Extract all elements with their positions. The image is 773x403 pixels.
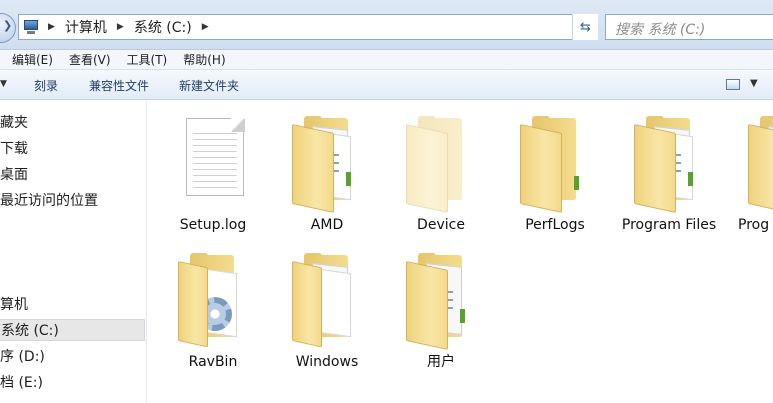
nav-computer[interactable]: 计算机 (0, 294, 28, 316)
file-name: Device (417, 217, 465, 233)
navigation-pane: 收藏夹 下载 桌面 最近访问的位置 库 计算机 系统 (C:) 程序 (D:) … (0, 101, 147, 403)
folder-icon (292, 114, 362, 213)
forward-button[interactable]: ❯ (0, 13, 16, 43)
forward-arrow-icon: ❯ (3, 19, 13, 32)
folder-item[interactable]: 用户 (384, 246, 498, 381)
file-name: Prog (738, 217, 770, 233)
breadcrumb-computer[interactable]: 计算机 (61, 17, 111, 37)
folder-item[interactable]: RavBin (156, 246, 270, 381)
menu-view[interactable]: 查看(V) (69, 51, 111, 68)
nav-recent-places[interactable]: 最近访问的位置 (0, 190, 98, 212)
log-file-icon (178, 114, 248, 204)
file-name: Setup.log (179, 217, 247, 233)
file-name: Windows (295, 354, 359, 370)
folder-item[interactable]: AMD (270, 109, 384, 244)
menu-help[interactable]: 帮助(H) (183, 51, 225, 68)
file-list: Setup.log AMD Device PerfLogs Program Fi… (148, 101, 773, 403)
breadcrumb-drive-c[interactable]: 系统 (C:) (130, 17, 196, 37)
folder-item[interactable]: Windows (270, 246, 384, 381)
refresh-icon[interactable]: ⇆ (572, 14, 598, 40)
menu-tools[interactable]: 工具(T) (127, 51, 168, 68)
hidden-folder-icon (406, 114, 476, 213)
nav-desktop[interactable]: 桌面 (0, 164, 28, 186)
new-folder-button[interactable]: 新建文件夹 (179, 77, 239, 94)
folder-item[interactable]: PerfLogs (498, 109, 612, 244)
computer-icon (22, 19, 42, 35)
nav-favorites[interactable]: 收藏夹 (0, 112, 28, 134)
menu-bar: 编辑(E) 查看(V) 工具(T) 帮助(H) (0, 50, 773, 70)
address-bar-row: ❯ ▶ 计算机 ▶ 系统 (C:) ▶ ▼ ⇆ 搜索 系统 (C:) (0, 0, 773, 50)
file-name: RavBin (188, 354, 238, 370)
view-dropdown-icon[interactable]: ▼ (750, 78, 758, 89)
folder-item[interactable]: Device (384, 109, 498, 244)
folder-icon (520, 114, 590, 213)
folder-item[interactable]: Prog (726, 109, 773, 244)
file-name: Program Files (621, 217, 717, 233)
folder-icon (292, 251, 362, 348)
nav-drive-e[interactable]: 文档 (E:) (0, 372, 43, 394)
file-name: AMD (310, 217, 344, 233)
menu-edit[interactable]: 编辑(E) (12, 51, 53, 68)
folder-icon (748, 114, 773, 213)
breadcrumb-separator-icon[interactable]: ▶ (42, 22, 61, 32)
folder-icon (178, 251, 248, 348)
nav-drive-c[interactable]: 系统 (C:) (0, 319, 145, 341)
nav-downloads[interactable]: 下载 (0, 138, 28, 160)
breadcrumb-separator-icon[interactable]: ▶ (111, 22, 130, 32)
address-bar[interactable]: ▶ 计算机 ▶ 系统 (C:) ▶ ▼ (18, 14, 598, 40)
view-icon[interactable] (726, 79, 740, 90)
burn-button[interactable]: 刻录 (34, 77, 58, 94)
nav-drive-d[interactable]: 程序 (D:) (0, 346, 45, 368)
breadcrumb-separator-icon[interactable]: ▶ (196, 22, 215, 32)
folder-item[interactable]: Program Files (612, 109, 726, 244)
file-name: 用户 (427, 354, 455, 370)
file-name: PerfLogs (525, 217, 585, 233)
folder-icon (634, 114, 704, 213)
toolbar-dropdown-icon[interactable]: ▼ (0, 79, 7, 89)
search-input[interactable]: 搜索 系统 (C:) (605, 14, 773, 40)
compatibility-files-button[interactable]: 兼容性文件 (89, 77, 149, 94)
folder-icon (406, 251, 476, 350)
command-toolbar: ▼ 刻录 兼容性文件 新建文件夹 ▼ (0, 70, 773, 100)
file-item[interactable]: Setup.log (156, 109, 270, 244)
